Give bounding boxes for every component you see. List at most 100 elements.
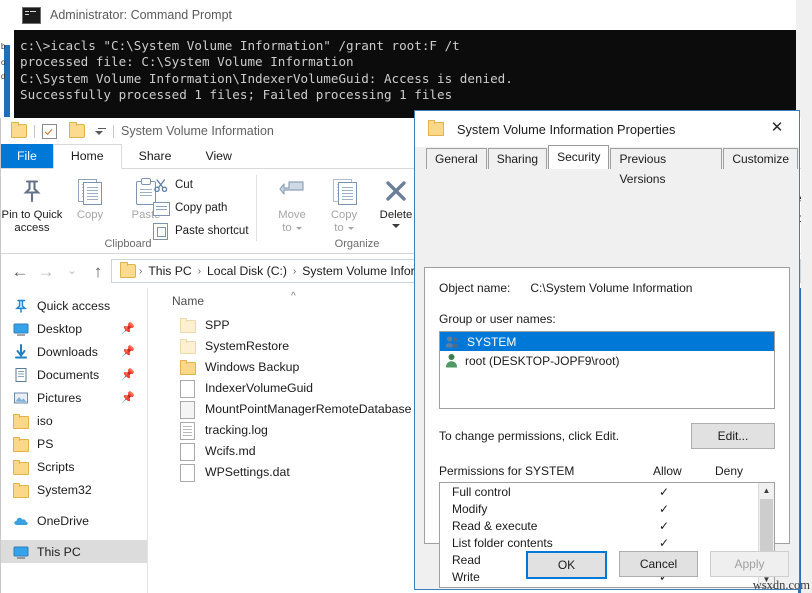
background-window-accent bbox=[4, 45, 10, 117]
sidebar-item-iso[interactable]: iso bbox=[1, 409, 147, 432]
sidebar-item-ps[interactable]: PS bbox=[1, 432, 147, 455]
toolbar-divider bbox=[34, 125, 35, 138]
sidebar-item-label: This PC bbox=[37, 545, 81, 559]
paste-shortcut-button[interactable]: Paste shortcut bbox=[153, 223, 249, 239]
breadcrumb-this-pc[interactable]: This PC bbox=[145, 264, 194, 278]
cut-button[interactable]: Cut bbox=[153, 177, 193, 193]
sidebar-item-label: Scripts bbox=[37, 460, 75, 474]
folder-pale-icon bbox=[180, 338, 196, 354]
pin-icon[interactable]: 📌 bbox=[121, 322, 135, 335]
breadcrumb-local-disk[interactable]: Local Disk (C:) bbox=[204, 264, 290, 278]
console-output[interactable]: c:\>icacls "C:\System Volume Information… bbox=[14, 30, 796, 118]
tab-file[interactable]: File bbox=[1, 144, 53, 168]
bg-fragment-1: o bbox=[1, 58, 5, 67]
permission-row[interactable]: Modify ✓ bbox=[440, 500, 774, 517]
copy-path-label: Copy path bbox=[175, 202, 227, 214]
permission-name: List folder contents bbox=[452, 536, 626, 550]
sidebar-item-label: Desktop bbox=[37, 322, 82, 336]
tab-share[interactable]: Share bbox=[122, 145, 189, 168]
sidebar-item-downloads[interactable]: Downloads 📌 bbox=[1, 340, 147, 363]
security-tab-panel: Object name: C:\System Volume Informatio… bbox=[424, 267, 790, 544]
tab-sharing[interactable]: Sharing bbox=[488, 148, 547, 169]
permission-row[interactable]: List folder contents ✓ bbox=[440, 534, 774, 551]
close-icon[interactable]: ✕ bbox=[755, 111, 799, 142]
sidebar-item-label: Quick access bbox=[37, 299, 110, 313]
sidebar-item-onedrive[interactable]: OneDrive bbox=[1, 509, 147, 532]
copy-path-button[interactable]: Copy path bbox=[153, 200, 227, 216]
ribbon-group-clipboard-label: Clipboard bbox=[1, 238, 255, 250]
move-to-chevron-down-icon[interactable] bbox=[296, 227, 302, 230]
file-name: Windows Backup bbox=[205, 360, 299, 374]
navigation-pane[interactable]: Quick access Desktop 📌 Downloads 📌 bbox=[1, 288, 147, 593]
folder-icon bbox=[13, 482, 29, 498]
sidebar-item-label: OneDrive bbox=[37, 514, 89, 528]
back-button[interactable]: ← bbox=[7, 263, 33, 280]
sidebar-item-documents[interactable]: Documents 📌 bbox=[1, 363, 147, 386]
object-name-row: Object name: C:\System Volume Informatio… bbox=[439, 281, 775, 295]
sidebar-item-system32[interactable]: System32 bbox=[1, 478, 147, 501]
recent-locations-button[interactable]: ⌄ bbox=[59, 266, 85, 277]
permission-name: Full control bbox=[452, 485, 626, 499]
sidebar-item-label: PS bbox=[37, 437, 53, 451]
folder-icon bbox=[11, 124, 27, 138]
properties-dialog[interactable]: System Volume Information Properties ✕ G… bbox=[414, 110, 800, 590]
allow-checkmark-icon[interactable]: ✓ bbox=[626, 519, 702, 533]
tab-view[interactable]: View bbox=[188, 145, 248, 168]
delete-chevron-down-icon[interactable] bbox=[392, 224, 400, 228]
users-group-icon bbox=[445, 335, 460, 349]
ok-button[interactable]: OK bbox=[526, 551, 607, 579]
copy-to-chevron-down-icon[interactable] bbox=[348, 227, 354, 230]
file-name: SPP bbox=[205, 318, 230, 332]
cancel-button[interactable]: Cancel bbox=[619, 551, 698, 577]
command-prompt-titlebar[interactable]: Administrator: Command Prompt bbox=[14, 0, 796, 30]
sidebar-item-pictures[interactable]: Pictures 📌 bbox=[1, 386, 147, 409]
permission-row[interactable]: Full control ✓ bbox=[440, 483, 774, 500]
sidebar-item-scripts[interactable]: Scripts bbox=[1, 455, 147, 478]
tab-customize[interactable]: Customize bbox=[723, 148, 798, 169]
scrollbar-thumb[interactable] bbox=[760, 499, 773, 555]
pin-icon[interactable]: 📌 bbox=[121, 345, 135, 358]
scissors-icon bbox=[153, 177, 169, 193]
dialog-tabs[interactable]: General Sharing Security Previous Versio… bbox=[415, 147, 799, 169]
desktop-icon bbox=[13, 321, 29, 337]
new-folder-icon[interactable] bbox=[69, 124, 85, 138]
paste-shortcut-icon bbox=[153, 223, 169, 239]
sidebar-item-this-pc[interactable]: This PC bbox=[1, 540, 147, 563]
sidebar-item-desktop[interactable]: Desktop 📌 bbox=[1, 317, 147, 340]
column-header-name[interactable]: Name bbox=[172, 294, 204, 308]
allow-checkmark-icon[interactable]: ✓ bbox=[626, 485, 702, 499]
allow-checkmark-icon[interactable]: ✓ bbox=[626, 536, 702, 550]
file-icon bbox=[180, 443, 196, 459]
pin-icon[interactable]: 📌 bbox=[121, 368, 135, 381]
sidebar-item-quick-access[interactable]: Quick access bbox=[1, 294, 147, 317]
tab-security[interactable]: Security bbox=[548, 145, 609, 169]
breadcrumb-system-volume-information[interactable]: System Volume Inform bbox=[299, 264, 428, 278]
file-name: SystemRestore bbox=[205, 339, 289, 353]
apply-button[interactable]: Apply bbox=[710, 551, 789, 577]
pin-icon[interactable]: 📌 bbox=[121, 391, 135, 404]
pin-to-quick-access-button[interactable]: Pin to Quick access bbox=[1, 173, 63, 235]
forward-button[interactable]: → bbox=[33, 263, 59, 280]
chevron-up-icon[interactable]: ▲ bbox=[759, 483, 774, 498]
copy-button[interactable]: Copy bbox=[59, 173, 121, 222]
dialog-buttons: OK Cancel Apply bbox=[526, 551, 789, 579]
group-or-user-names-label: Group or user names: bbox=[439, 312, 775, 326]
tab-general[interactable]: General bbox=[426, 148, 487, 169]
permission-row[interactable]: Read & execute ✓ bbox=[440, 517, 774, 534]
file-name: WPSettings.dat bbox=[205, 465, 290, 479]
chevron-down-icon[interactable] bbox=[92, 128, 106, 135]
allow-checkmark-icon[interactable]: ✓ bbox=[626, 502, 702, 516]
list-item-system[interactable]: SYSTEM bbox=[440, 332, 774, 351]
principals-listbox[interactable]: SYSTEM root (DESKTOP-JOPF9\root) bbox=[439, 331, 775, 409]
tab-previous-versions[interactable]: Previous Versions bbox=[610, 148, 722, 169]
dialog-titlebar[interactable]: System Volume Information Properties ✕ bbox=[415, 111, 799, 147]
command-prompt-window[interactable]: Administrator: Command Prompt c:\>icacls… bbox=[14, 0, 796, 118]
bg-fragment-2: d bbox=[1, 72, 5, 81]
up-button[interactable]: ↑ bbox=[85, 263, 111, 280]
list-item-root[interactable]: root (DESKTOP-JOPF9\root) bbox=[440, 351, 774, 370]
dialog-title: System Volume Information Properties bbox=[457, 122, 675, 137]
file-icon bbox=[180, 380, 196, 396]
edit-button[interactable]: Edit... bbox=[691, 423, 775, 449]
tab-home[interactable]: Home bbox=[53, 144, 122, 169]
properties-icon[interactable] bbox=[42, 124, 57, 139]
